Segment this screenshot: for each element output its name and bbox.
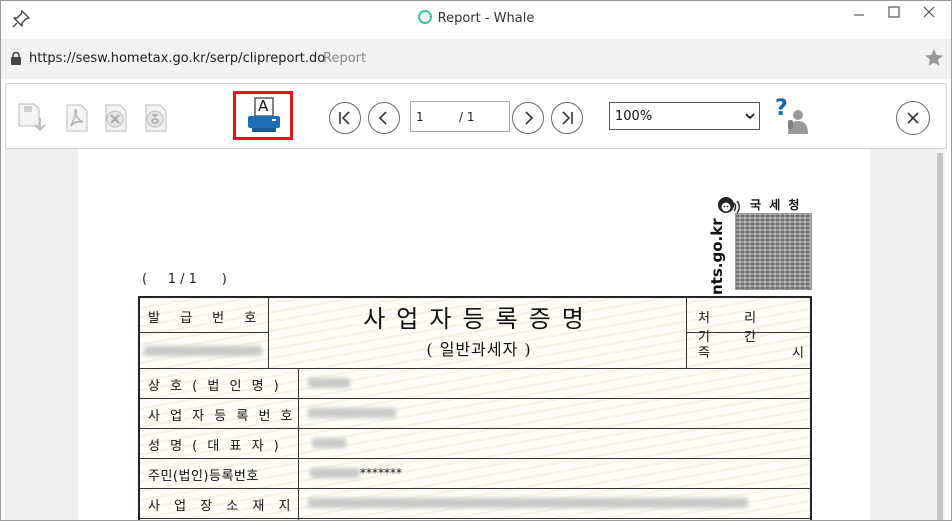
pdf-export-icon[interactable] xyxy=(61,102,93,134)
prev-page-button[interactable] xyxy=(368,102,400,134)
document-subtitle: ( 일반과세자 ) xyxy=(426,340,532,359)
save-icon[interactable] xyxy=(16,102,48,134)
total-pages-label: / 1 xyxy=(459,110,475,124)
first-page-icon xyxy=(339,111,350,125)
app-window: Report - Whale https://sesw.hometax.go.k… xyxy=(0,0,952,521)
close-circle-icon xyxy=(907,112,919,124)
document-page: 국 세 청 nts.go.kr ( 1 / 1 ) 발 급 번 호 사업자등록증… xyxy=(78,149,870,520)
close-icon[interactable] xyxy=(914,4,944,26)
resident-reg-number-redacted xyxy=(310,468,360,478)
address-bar[interactable]: https://sesw.hometax.go.kr/serp/cliprepo… xyxy=(1,39,951,79)
window-title: Report - Whale xyxy=(1,10,951,26)
whale-logo-icon xyxy=(417,10,432,24)
last-page-icon xyxy=(562,111,573,125)
issue-number-label: 발 급 번 호 xyxy=(148,311,265,326)
issue-number-value-redacted xyxy=(144,346,262,356)
chevron-left-icon xyxy=(378,111,387,125)
help-button[interactable]: ? xyxy=(774,96,810,136)
page-indicator: ( 1 / 1 ) xyxy=(142,272,227,287)
chevron-right-icon xyxy=(525,111,534,125)
document-title: 사업자등록증명 xyxy=(363,305,595,333)
qr-code xyxy=(735,213,812,290)
resident-reg-number-masked: ******* xyxy=(360,466,402,480)
business-location-redacted xyxy=(308,498,748,508)
chevron-down-icon xyxy=(745,113,755,120)
business-reg-number-label: 사 업 자 등 록 번 호 xyxy=(148,409,296,424)
company-name-redacted xyxy=(308,378,350,388)
current-page-input[interactable]: 1 xyxy=(416,110,424,124)
window-title-text: Report - Whale xyxy=(437,11,535,26)
resident-reg-number-label: 주민(법인)등록번호 xyxy=(148,469,259,484)
representative-label: 성 명 ( 대 표 자 ) xyxy=(148,439,282,454)
agency-url: nts.go.kr xyxy=(708,218,726,295)
excel-export-icon[interactable] xyxy=(100,102,132,134)
last-page-button[interactable] xyxy=(551,102,583,134)
agency-name: 국 세 청 xyxy=(750,198,802,212)
url-text[interactable]: https://sesw.hometax.go.kr/serp/cliprepo… xyxy=(29,51,325,66)
lock-icon xyxy=(11,52,21,65)
help-person-icon xyxy=(788,110,808,134)
scrollbar-thumb[interactable] xyxy=(937,153,943,520)
next-page-button[interactable] xyxy=(512,102,544,134)
print-letter-glyph: A xyxy=(258,97,269,115)
report-toolbar: A 1 / 1 100% ? xyxy=(5,83,947,149)
representative-redacted xyxy=(312,438,346,448)
report-viewer[interactable]: 국 세 청 nts.go.kr ( 1 / 1 ) 발 급 번 호 사업자등록증… xyxy=(5,149,945,520)
bookmark-star-icon[interactable] xyxy=(923,47,945,69)
page-number-field[interactable]: 1 / 1 xyxy=(410,101,510,132)
close-report-button[interactable] xyxy=(896,101,930,135)
company-name-label: 상 호 ( 법 인 명 ) xyxy=(148,379,282,394)
certificate-table: 발 급 번 호 사업자등록증명 ( 일반과세자 ) 처 리 기 간 즉 시 상 … xyxy=(138,296,812,520)
business-reg-number-redacted xyxy=(308,408,396,418)
first-page-button[interactable] xyxy=(329,102,361,134)
processing-time-text: 시 xyxy=(792,346,804,361)
zoom-value: 100% xyxy=(615,109,653,124)
processing-period-label: 처 리 기 간 xyxy=(698,311,772,345)
title-bar: Report - Whale xyxy=(1,1,951,37)
zoom-select[interactable]: 100% xyxy=(609,102,760,130)
page-title-text: Report xyxy=(323,51,367,66)
business-location-label: 사 업 장 소 재 지 xyxy=(148,499,296,514)
print-button[interactable]: A xyxy=(233,91,293,140)
minimize-icon[interactable] xyxy=(844,4,874,26)
maximize-icon[interactable] xyxy=(879,4,909,26)
processing-immediate-text: 즉 xyxy=(698,346,710,361)
hwp-export-icon[interactable] xyxy=(140,102,172,134)
vertical-scrollbar[interactable] xyxy=(935,149,945,520)
